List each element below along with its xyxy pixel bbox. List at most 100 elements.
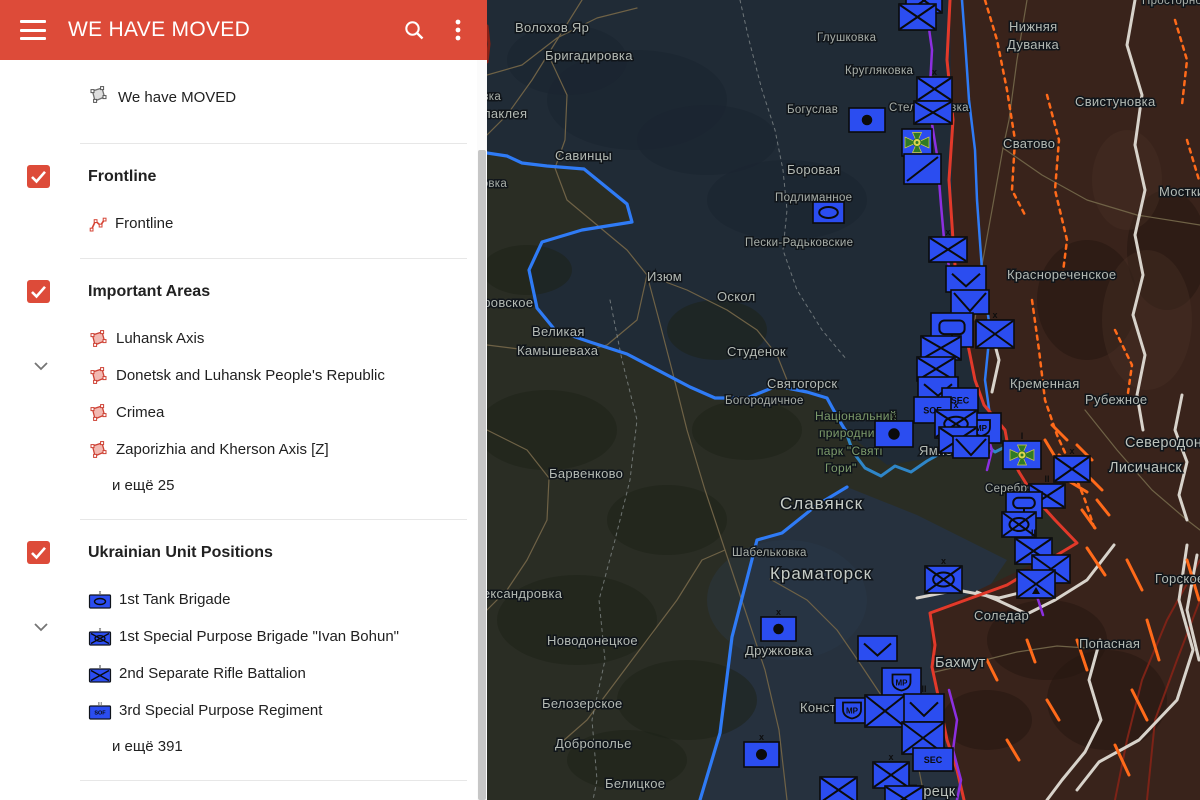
unit-size-mark: x: [891, 411, 896, 421]
gray-polygon-icon: [88, 85, 109, 109]
map-label-: Новодонецкое: [547, 633, 638, 648]
unit-marker-dot[interactable]: [849, 108, 885, 132]
red-polygon-icon: [88, 329, 109, 348]
unit-marker-x[interactable]: [899, 4, 936, 30]
map-label-: природний: [819, 426, 882, 440]
section-header: Important Areas: [0, 280, 477, 303]
map-label-: Попасная: [1079, 636, 1140, 651]
unit-marker-xtri[interactable]: [1017, 570, 1055, 598]
search-icon[interactable]: [403, 19, 425, 41]
item-label: 1st Tank Brigade: [119, 591, 230, 608]
list-item-crimea[interactable]: Crimea: [88, 394, 477, 431]
map-label-: Бригадировка: [545, 48, 633, 63]
item-label: Crimea: [116, 404, 164, 421]
show-more-link[interactable]: и ещё 25: [112, 468, 477, 503]
svg-text:MP: MP: [846, 707, 859, 716]
section-ukrainian-unit-positions: Ukrainian Unit Positions x1st Tank Brigad…: [0, 541, 477, 781]
map-label-: Краснореченское: [1007, 267, 1116, 282]
map-label-: Мостки: [1159, 184, 1200, 199]
layer-checkbox-ukrainian-unit-positions[interactable]: [27, 541, 50, 564]
kebab-menu-icon[interactable]: [455, 19, 461, 41]
unit-marker-x[interactable]: [885, 786, 923, 800]
map-label-: лаклея: [487, 106, 527, 121]
unit-marker-env[interactable]: [953, 436, 989, 458]
section-header: Ukrainian Unit Positions: [0, 541, 477, 564]
map-label-: Краматорск: [770, 564, 872, 583]
red-polygon-icon: [88, 366, 109, 385]
map-label-: тровское: [487, 295, 533, 310]
map-label-: Великая: [532, 324, 585, 339]
unit-marker-x[interactable]: [914, 101, 952, 124]
chevron-down-icon[interactable]: [33, 619, 49, 637]
map-label-: Белицкое: [605, 776, 665, 791]
unit-marker-mp[interactable]: MP: [882, 668, 921, 697]
list-item-3rd-special-purpose-regiment[interactable]: SOFııı3rd Special Purpose Regiment: [88, 692, 477, 729]
map-label-: Богуслав: [787, 104, 838, 116]
divider: [80, 780, 467, 781]
map-label-: Северодонецк: [1125, 435, 1200, 451]
map-label-: Боровая: [787, 162, 840, 177]
map-label-: Савинцы: [555, 148, 612, 163]
unit-marker-chevron[interactable]: [946, 266, 986, 292]
svg-text:MP: MP: [896, 679, 909, 688]
item-label: Zaporizhia and Kherson Axis [Z]: [116, 441, 329, 458]
unit-size-mark: x: [941, 556, 946, 566]
show-more-link[interactable]: и ещё 391: [112, 729, 477, 764]
map-label-: Изюм: [647, 269, 682, 284]
map-label-: Нижняя: [1009, 19, 1057, 34]
map-label-: Доброполье: [555, 736, 632, 751]
map-label-: Камышеваха: [517, 343, 599, 358]
map-label-: Глушковка: [817, 32, 877, 44]
list-item-luhansk-axis[interactable]: Luhansk Axis: [88, 320, 477, 357]
unit-marker-sec[interactable]: SEC: [913, 748, 953, 771]
unit-marker-mp[interactable]: MP: [835, 698, 869, 723]
unit-size-mark: x: [1069, 446, 1074, 456]
unit-marker-oval[interactable]: [813, 202, 844, 223]
map-label-: Славянск: [780, 494, 863, 513]
unit-marker-diag[interactable]: [904, 154, 941, 184]
map-label-: Барвенково: [549, 466, 623, 481]
unit-marker-x[interactable]: [820, 777, 857, 800]
map-label-: Богородичное: [725, 395, 804, 407]
map-label-: Лисичанск: [1109, 460, 1182, 476]
map-label-: Святогорск: [767, 376, 837, 391]
map-label-: Горское: [1155, 571, 1200, 586]
map-label-: Соледар: [974, 608, 1029, 623]
list-item-frontline[interactable]: Frontline: [88, 205, 477, 242]
unit-size-mark: x: [992, 310, 997, 320]
unit-marker-x[interactable]: [865, 695, 905, 727]
unit-size-mark: II: [921, 684, 926, 694]
hamburger-menu-icon[interactable]: [20, 20, 46, 40]
list-item-zaporizhia-and-kherson-axis-z[interactable]: Zaporizhia and Kherson Axis [Z]: [88, 431, 477, 468]
map-label-: ровка: [487, 91, 501, 103]
layer-checkbox-frontline[interactable]: [27, 165, 50, 188]
divider: [80, 143, 467, 144]
section-title: Frontline: [88, 168, 156, 186]
legend-item-we-have-moved[interactable]: We have MOVED: [88, 80, 477, 114]
map-label-: лександровка: [487, 586, 563, 601]
unit-marker-emblem[interactable]: [902, 129, 932, 156]
layer-checkbox-important-areas[interactable]: [27, 280, 50, 303]
map-title: WE HAVE MOVED: [68, 18, 403, 42]
unit-marker-chevron[interactable]: [858, 636, 897, 661]
item-label: Donetsk and Luhansk People's Republic: [116, 367, 385, 384]
item-label: Frontline: [115, 215, 173, 232]
list-item-2nd-separate-rifle-battalion[interactable]: ıı2nd Separate Rifle Battalion: [88, 655, 477, 692]
chevron-down-icon[interactable]: [33, 358, 49, 376]
section-title: Important Areas: [88, 283, 210, 301]
list-item-1st-tank-brigade[interactable]: x1st Tank Brigade: [88, 581, 477, 618]
map-label-: Свистуновка: [1075, 94, 1156, 109]
sidebar-scrollbar[interactable]: [477, 60, 487, 800]
section-items: Frontline: [88, 205, 477, 242]
svg-text:SOF: SOF: [94, 711, 106, 717]
map-label-: Волохов Яр: [515, 20, 589, 35]
map-canvas[interactable]: Волохов Яр Бригадировка ровка лаклея Савинцы…: [487, 0, 1200, 800]
list-item-1st-special-purpose-brigade-ivan-bohun[interactable]: x1st Special Purpose Brigade "Ivan Bohun…: [88, 618, 477, 655]
list-item-donetsk-and-luhansk-people-s-republic[interactable]: Donetsk and Luhansk People's Republic: [88, 357, 477, 394]
app-window: WE HAVE MOVED We have MOVED Frontline Fro…: [0, 0, 1200, 800]
scrollbar-thumb[interactable]: [478, 150, 486, 800]
section-important-areas: Important Areas Luhansk Axis Donetsk and L…: [0, 280, 477, 520]
unit-size-mark: II: [1031, 528, 1036, 538]
map-label-: парк "Святі: [817, 444, 883, 458]
unit-marker-env[interactable]: [951, 290, 989, 314]
